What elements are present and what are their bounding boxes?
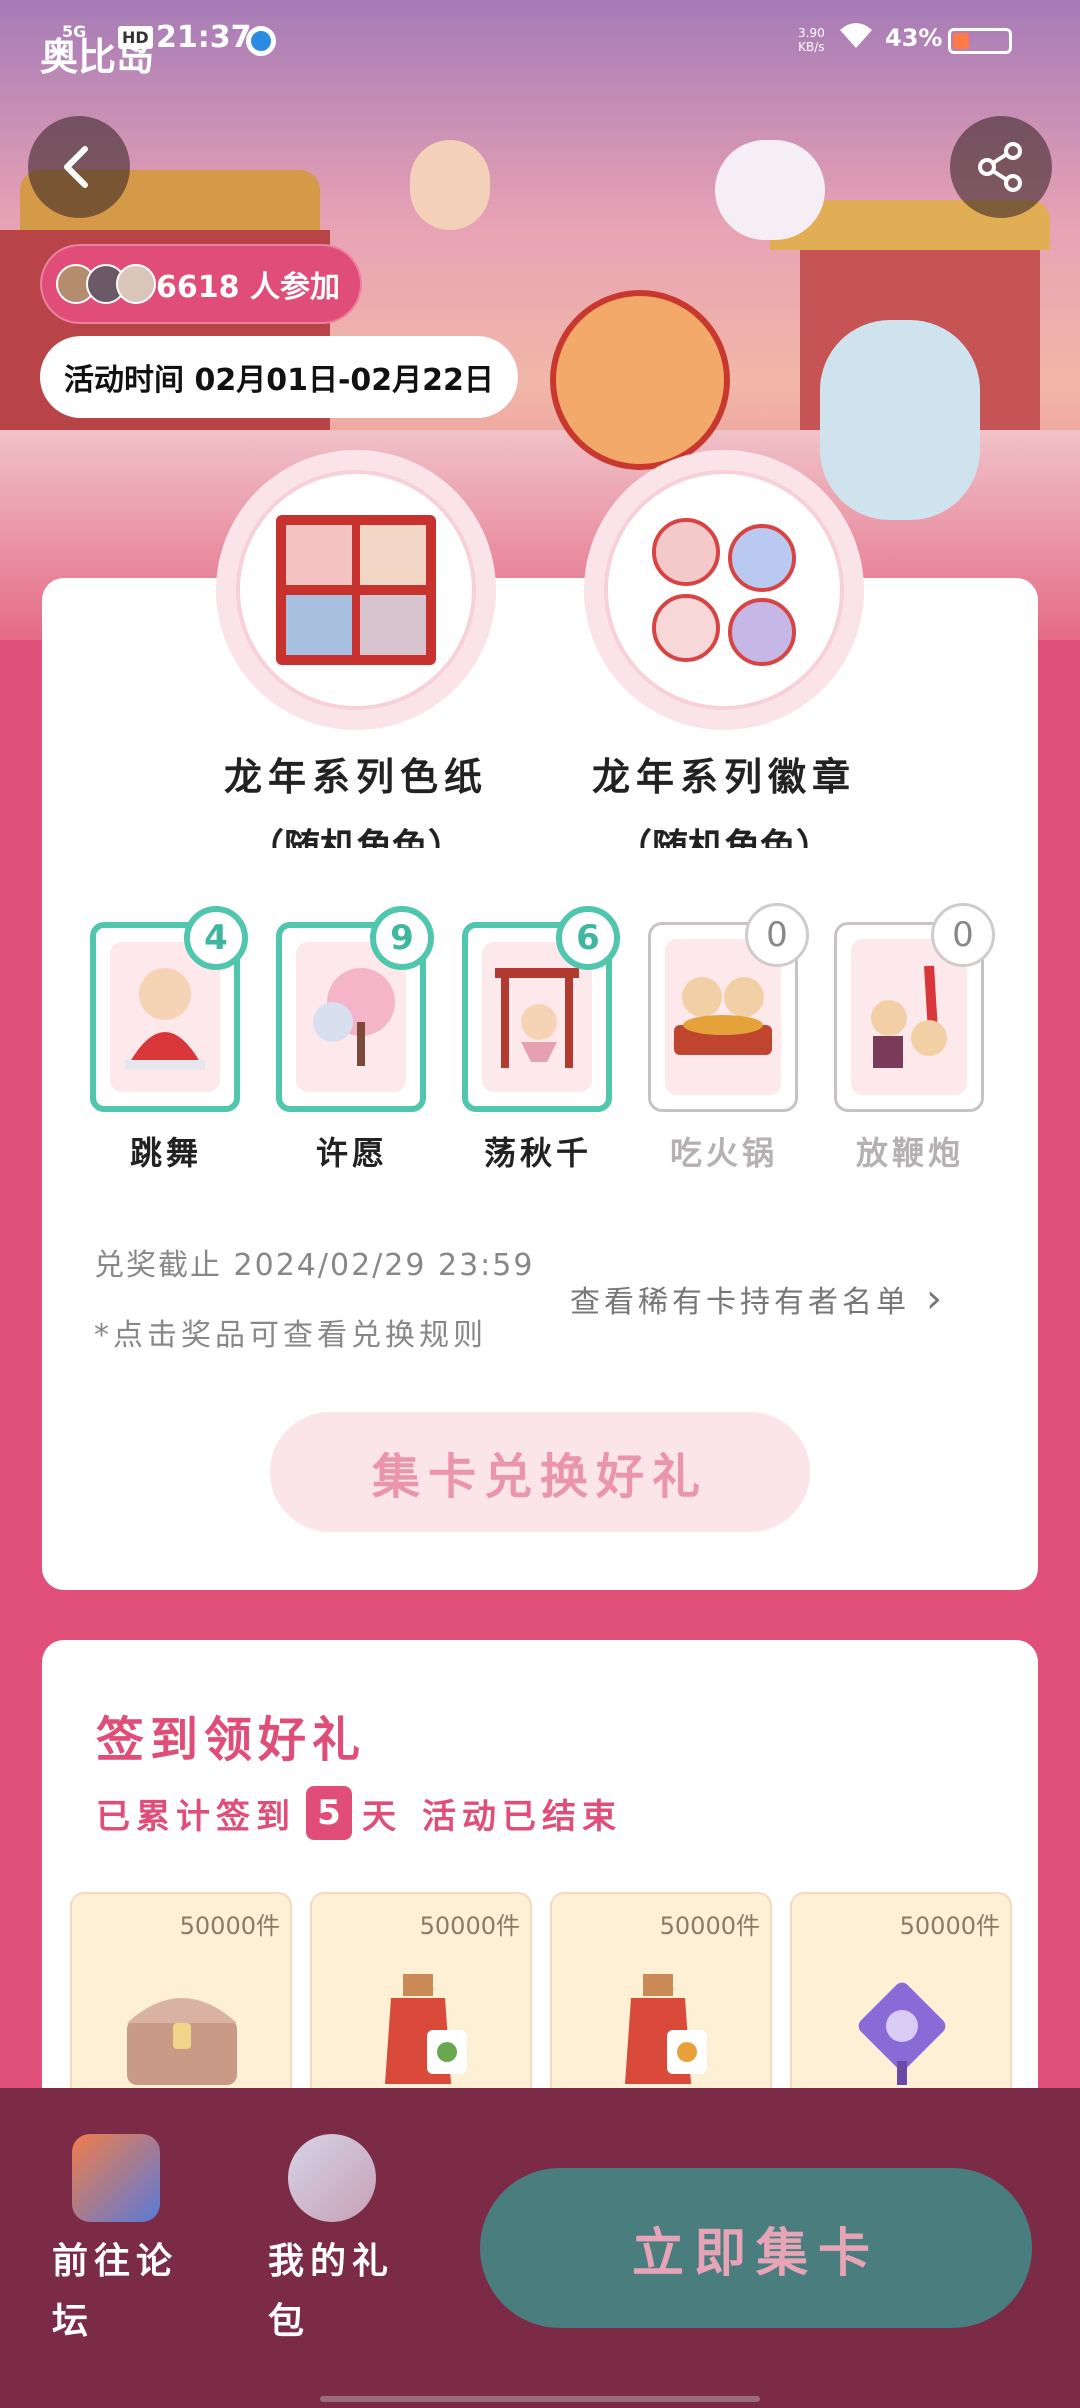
activity-time: 活动时间 02月01日-02月22日 bbox=[40, 336, 518, 418]
chevron-right-icon: › bbox=[926, 1276, 946, 1322]
card-label: 许愿 bbox=[315, 1134, 388, 1172]
share-button[interactable] bbox=[950, 116, 1052, 218]
card-count-badge: 9 bbox=[370, 906, 434, 970]
dragon-character bbox=[715, 140, 825, 240]
reward-quantity: 50000件 bbox=[899, 1912, 1000, 1940]
card-label: 吃火锅 bbox=[669, 1134, 778, 1172]
redeem-button[interactable]: 集卡兑换好礼 bbox=[270, 1412, 810, 1532]
character-left bbox=[410, 140, 490, 230]
share-icon bbox=[978, 142, 1022, 192]
card-count-badge: 4 bbox=[184, 906, 248, 970]
collect-now-button[interactable]: 立即集卡 bbox=[480, 2168, 1032, 2328]
badge-set-icon bbox=[652, 518, 796, 666]
card-count-badge: 6 bbox=[556, 906, 620, 970]
sign-in-title: 签到领好礼 bbox=[96, 1712, 367, 1768]
gift-label: 我的礼包 bbox=[268, 2241, 395, 2342]
card-hotpot[interactable]: 0 吃火锅 bbox=[648, 903, 809, 1174]
card-frame: 0 bbox=[648, 903, 809, 1112]
prize-2[interactable] bbox=[584, 450, 864, 730]
battery-icon bbox=[948, 28, 1012, 54]
notification-icon bbox=[246, 26, 276, 56]
card-frame: 4 bbox=[90, 906, 248, 1112]
sign-in-days: 5 bbox=[306, 1786, 352, 1840]
event-ended-label: 活动已结束 bbox=[422, 1796, 622, 1837]
speed-unit: KB/s bbox=[798, 40, 825, 54]
color-paper-icon bbox=[276, 515, 436, 665]
home-indicator bbox=[320, 2396, 760, 2402]
reward-quantity: 50000件 bbox=[419, 1912, 520, 1940]
wifi-icon bbox=[838, 20, 874, 58]
network-speed: 3.90 KB/s bbox=[798, 26, 825, 54]
card-count-badge: 0 bbox=[745, 903, 809, 967]
card-count-badge: 0 bbox=[931, 903, 995, 967]
prize-1-name: 龙年系列色纸 bbox=[223, 755, 488, 799]
treasure-chest-icon bbox=[112, 1964, 252, 2104]
character-right bbox=[820, 320, 980, 520]
purple-item-icon bbox=[832, 1964, 972, 2104]
speed-value: 3.90 bbox=[798, 26, 825, 40]
potion-bottle-icon bbox=[592, 1964, 732, 2104]
redeem-deadline: 兑奖截止 2024/02/29 23:59 bbox=[94, 1248, 535, 1283]
participant-avatars bbox=[56, 264, 156, 304]
sign-in-prefix: 已累计签到 bbox=[96, 1796, 296, 1837]
chevron-left-icon bbox=[64, 146, 88, 188]
forum-label: 前往论坛 bbox=[52, 2241, 179, 2342]
reward-quantity: 50000件 bbox=[179, 1912, 280, 1940]
card-dance[interactable]: 4 跳舞 bbox=[90, 906, 248, 1174]
redeem-tip: *点击奖品可查看兑换规则 bbox=[94, 1318, 487, 1353]
prize-1-subtitle: （随机角色） bbox=[247, 827, 464, 848]
card-frame: 9 bbox=[276, 906, 434, 1112]
card-wish[interactable]: 9 许愿 bbox=[276, 906, 434, 1174]
collect-cards-row: 4 跳舞 9 许愿 6 荡秋千 0 吃火锅 0 放鞭炮 bbox=[88, 903, 998, 1172]
potion-bottle-icon bbox=[352, 1964, 492, 2104]
status-bar: 5G 奥比岛 HD 21:37 3.90 KB/s 43% bbox=[0, 0, 1080, 80]
card-label: 荡秋千 bbox=[483, 1134, 592, 1172]
participants-badge[interactable]: 6618 人参加 bbox=[40, 244, 362, 324]
card-label: 放鞭炮 bbox=[855, 1134, 964, 1172]
forum-nav[interactable]: 前往论坛 bbox=[52, 2134, 202, 2352]
hd-indicator: HD bbox=[118, 26, 153, 49]
clock: 21:37 bbox=[156, 20, 252, 55]
holders-link-label: 查看稀有卡持有者名单 bbox=[570, 1285, 910, 1320]
sign-in-suffix: 天 bbox=[362, 1796, 402, 1837]
card-swing[interactable]: 6 荡秋千 bbox=[462, 906, 620, 1174]
card-firecracker[interactable]: 0 放鞭炮 bbox=[834, 903, 995, 1174]
card-frame: 0 bbox=[834, 903, 995, 1112]
reward-quantity: 50000件 bbox=[659, 1912, 760, 1940]
prize-2-name: 龙年系列徽章 bbox=[591, 755, 856, 799]
prize-2-image bbox=[604, 470, 844, 710]
forum-icon bbox=[72, 2134, 160, 2222]
back-button[interactable] bbox=[28, 116, 130, 218]
participants-count: 6618 人参加 bbox=[156, 270, 340, 305]
prize-1[interactable] bbox=[216, 450, 496, 730]
card-label: 跳舞 bbox=[129, 1134, 202, 1172]
main-character bbox=[550, 290, 730, 470]
rare-card-holders-link[interactable]: 查看稀有卡持有者名单 › bbox=[570, 1276, 946, 1322]
prize-1-image bbox=[236, 470, 476, 710]
prize-2-subtitle: （随机角色） bbox=[615, 827, 832, 848]
gift-nav[interactable]: 我的礼包 bbox=[268, 2134, 418, 2352]
gift-icon bbox=[288, 2134, 376, 2222]
battery-percent: 43% bbox=[885, 24, 943, 52]
card-frame: 6 bbox=[462, 906, 620, 1112]
avatar bbox=[116, 264, 156, 304]
sign-in-status: 已累计签到 5 天 活动已结束 bbox=[96, 1786, 622, 1840]
